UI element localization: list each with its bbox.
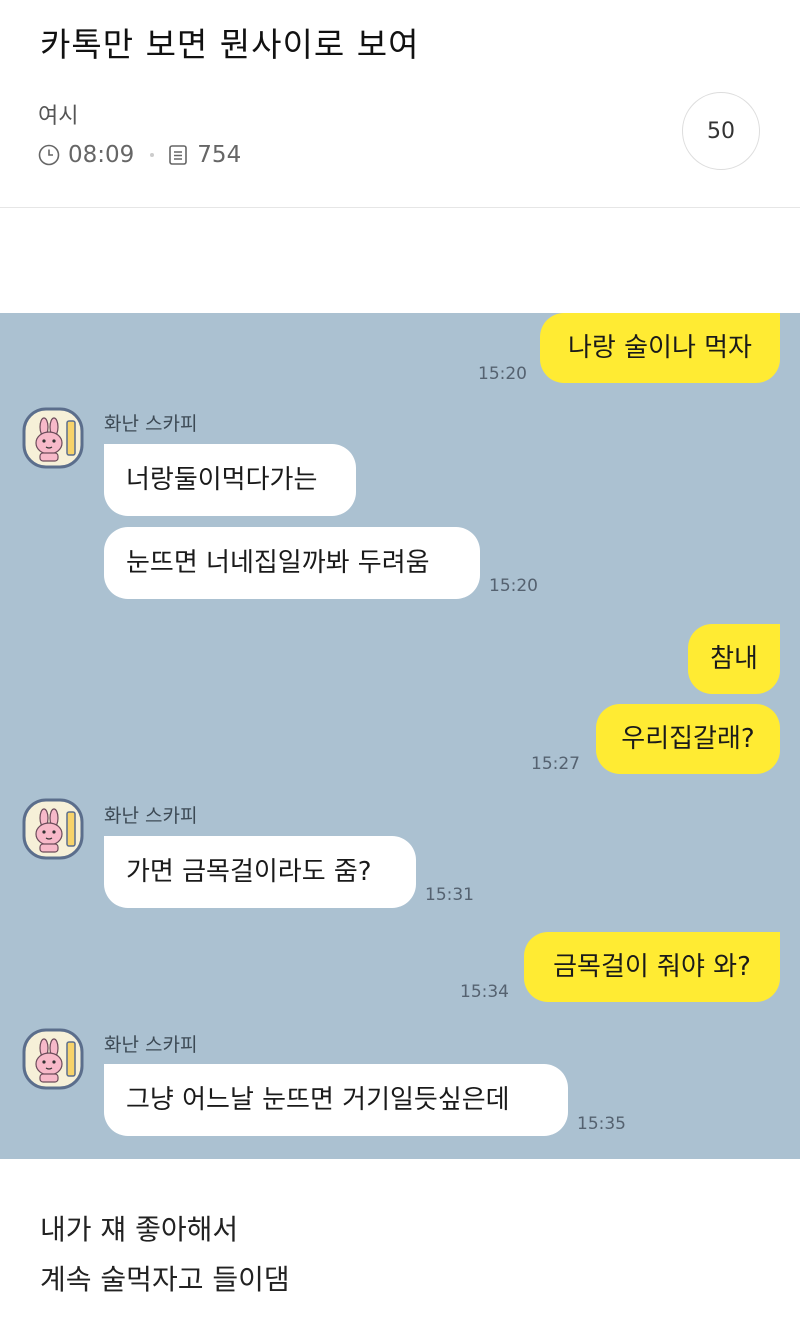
post-page: 카톡만 보면 뭔사이로 보여 여시 08:09 754 50 나랑 술이나 먹자… bbox=[0, 0, 800, 1326]
pink-bunny-avatar-icon bbox=[22, 407, 84, 469]
my-message-bubble: 나랑 술이나 먹자 bbox=[540, 313, 780, 383]
caption-line-2: 계속 술먹자고 들이댐 bbox=[40, 1263, 290, 1296]
other-message-bubble: 눈뜨면 너네집일까봐 두려움 bbox=[104, 527, 480, 599]
message-time: 15:31 bbox=[425, 885, 474, 905]
author-name[interactable]: 여시 bbox=[38, 98, 78, 130]
chat-screenshot: 나랑 술이나 먹자 15:20 화난 스카피 너랑둘이먹다가는 눈뜨면 너네집일… bbox=[0, 313, 800, 1159]
my-message-bubble: 참내 bbox=[688, 624, 780, 694]
post-title: 카톡만 보면 뭔사이로 보여 bbox=[40, 25, 420, 64]
message-time: 15:35 bbox=[577, 1114, 626, 1134]
meta-separator bbox=[150, 153, 155, 157]
caption-line-1: 내가 쟤 좋아해서 bbox=[40, 1213, 239, 1246]
post-meta: 08:09 754 bbox=[38, 140, 241, 170]
view-count: 754 bbox=[197, 142, 242, 168]
post-time: 08:09 bbox=[68, 142, 135, 168]
other-message-bubble: 가면 금목걸이라도 줌? bbox=[104, 836, 416, 908]
comment-count-button[interactable]: 50 bbox=[682, 92, 760, 170]
pink-bunny-avatar-icon bbox=[22, 1028, 84, 1090]
clock-icon bbox=[38, 144, 60, 166]
sender-name: 화난 스카피 bbox=[104, 1034, 198, 1056]
sender-name: 화난 스카피 bbox=[104, 413, 198, 435]
document-icon bbox=[168, 144, 188, 166]
message-time: 15:20 bbox=[489, 576, 538, 596]
message-time: 15:27 bbox=[531, 754, 580, 774]
header-divider bbox=[0, 207, 800, 208]
message-time: 15:34 bbox=[460, 982, 509, 1002]
other-message-bubble: 너랑둘이먹다가는 bbox=[104, 444, 356, 516]
my-message-bubble: 우리집갈래? bbox=[596, 704, 780, 774]
sender-name: 화난 스카피 bbox=[104, 805, 198, 827]
my-message-bubble: 금목걸이 줘야 와? bbox=[524, 932, 780, 1002]
message-time: 15:20 bbox=[478, 364, 527, 384]
other-message-bubble: 그냥 어느날 눈뜨면 거기일듯싶은데 bbox=[104, 1064, 568, 1136]
pink-bunny-avatar-icon bbox=[22, 798, 84, 860]
